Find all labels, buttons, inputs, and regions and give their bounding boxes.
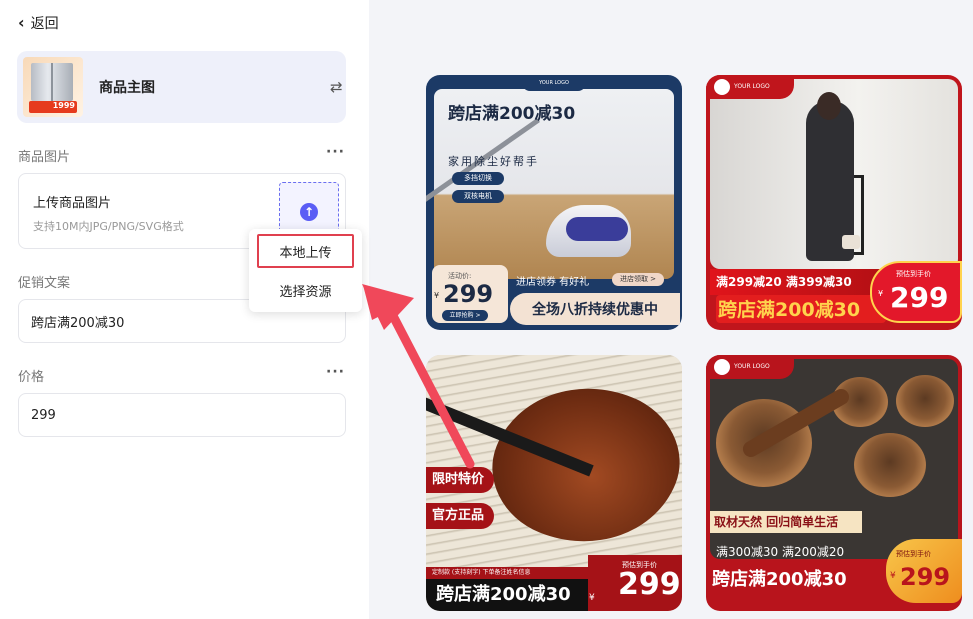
more-options-icon[interactable]: ···	[326, 144, 345, 160]
poster-bowls[interactable]: YOUR LOGO 取材天然 回归简单生活 满300减30 满200减20 跨店…	[706, 355, 962, 611]
currency-symbol: ¥	[890, 571, 896, 581]
promo-tag: 官方正品	[426, 503, 495, 529]
price-value: 299	[618, 567, 681, 602]
model-head	[817, 92, 841, 120]
logo-mark-icon	[714, 359, 730, 375]
poster-headline: 跨店满200减30	[426, 579, 590, 611]
estimate-label: 预估到手价	[896, 550, 931, 558]
bag-shape	[842, 235, 860, 249]
wooden-bowl	[854, 433, 926, 497]
price-value: 299	[900, 563, 951, 591]
feature-pill: 多挡切换	[452, 172, 504, 185]
upload-hint: 支持10M内JPG/PNG/SVG格式	[33, 220, 184, 233]
poster-violin[interactable]: 限时特价 官方正品 定制款 (支持刻字) 下单备注姓名信息 跨店满200减30 …	[426, 355, 682, 611]
upload-source-menu: 本地上传 选择资源	[249, 229, 362, 312]
buy-now-button: 立即抢购 >	[442, 310, 488, 321]
price-value: 299	[890, 281, 949, 314]
poster-vacuum[interactable]: YOUR LOGO 跨店满200减30 家用除尘好帮手 多挡切换 双核电机 活动…	[426, 75, 682, 330]
thumbnail-price: 1999	[52, 101, 75, 110]
poster-headline: 跨店满200减30	[712, 569, 847, 590]
menu-item-local-upload[interactable]: 本地上传	[257, 234, 354, 268]
promo-tag: 限时特价	[426, 467, 495, 493]
fridge-image	[31, 63, 73, 101]
swap-icon[interactable]: ⇄	[330, 78, 343, 96]
back-button[interactable]: ‹ 返回	[18, 12, 59, 34]
product-image-label: 商品图片	[18, 150, 71, 165]
poster-logo: YOUR LOGO	[706, 355, 794, 379]
wooden-bowl	[896, 375, 954, 427]
price-more-icon[interactable]: ···	[326, 364, 345, 380]
poster-headline: 跨店满200减30	[716, 295, 886, 323]
poster-logo: YOUR LOGO	[706, 75, 794, 99]
feature-pill: 双核电机	[452, 190, 504, 203]
template-thumbnail: 1999	[23, 57, 83, 117]
price-value: 299	[443, 280, 494, 308]
currency-symbol: ¥	[434, 291, 440, 300]
poster-subtitle: 家用除尘好帮手	[448, 155, 539, 168]
chevron-left-icon: ‹	[18, 13, 25, 32]
logo-mark-icon	[714, 79, 730, 95]
upload-title: 上传商品图片	[33, 196, 112, 211]
upload-icon: ↑	[300, 203, 318, 221]
logo-text: YOUR LOGO	[734, 83, 770, 90]
bottom-banner: 全场八折持续优惠中	[510, 293, 680, 325]
poster-logo: YOUR LOGO	[522, 75, 586, 91]
custom-note: 定制款 (支持刻字) 下单备注姓名信息	[426, 567, 590, 579]
deal-text: 满299减20 满399减30	[716, 275, 852, 289]
vacuum-band	[566, 217, 628, 241]
logo-text: YOUR LOGO	[734, 363, 770, 370]
estimate-label: 预估到手价	[896, 270, 931, 278]
menu-item-choose-resource[interactable]: 选择资源	[257, 273, 354, 307]
poster-headline: 跨店满200减30	[448, 104, 576, 124]
promo-text-label: 促销文案	[18, 276, 71, 291]
coupon-text: 进店领券 有好礼	[516, 277, 590, 288]
price-input[interactable]: 299	[18, 393, 346, 437]
poster-slogan: 取材天然 回归简单生活	[710, 511, 862, 533]
poster-bottom: 活动价: ¥ 299 立即抢购 > 进店领券 有好礼 进店领取 > 全场八折持续…	[426, 265, 682, 330]
coupon-button: 进店领取 >	[612, 273, 664, 286]
poster-fashion[interactable]: YOUR LOGO 满299减20 满399减30 跨店满200减30 预估到手…	[706, 75, 962, 330]
template-card[interactable]: 1999 商品主图 ⇄	[17, 51, 346, 123]
back-label: 返回	[30, 16, 59, 32]
currency-symbol: ¥	[589, 593, 595, 603]
currency-symbol: ¥	[878, 289, 884, 298]
deal-text: 满300减30 满200减20	[716, 545, 845, 559]
price-label: 价格	[18, 370, 45, 385]
template-title: 商品主图	[99, 80, 155, 96]
